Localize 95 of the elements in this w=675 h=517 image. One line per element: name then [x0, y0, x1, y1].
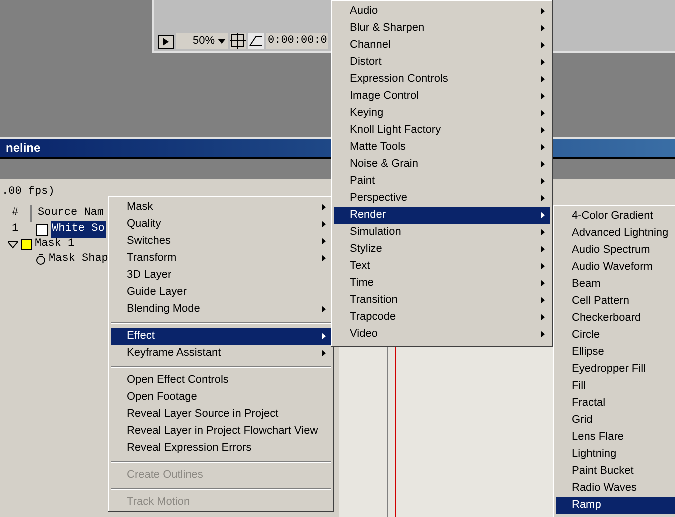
menu-item[interactable]: Grid — [556, 412, 675, 429]
submenu-arrow-icon — [541, 331, 545, 338]
menu-item[interactable]: Blur & Sharpen — [334, 20, 550, 37]
stopwatch-icon[interactable] — [36, 254, 46, 265]
menu-item[interactable]: Transition — [334, 292, 550, 309]
menu-item[interactable]: 3D Layer — [111, 267, 331, 284]
menu-item[interactable]: Render — [334, 207, 550, 224]
submenu-arrow-icon — [541, 314, 545, 321]
menu-item[interactable]: Audio Spectrum — [556, 242, 675, 259]
menu-item[interactable]: Ellipse — [556, 344, 675, 361]
submenu-arrow-icon — [541, 8, 545, 15]
menu-item[interactable]: Image Control — [334, 88, 550, 105]
submenu-arrow-icon — [541, 263, 545, 270]
submenu-arrow-icon — [541, 59, 545, 66]
submenu-arrow-icon — [541, 127, 545, 134]
submenu-arrow-icon — [541, 195, 545, 202]
menu-item[interactable]: Blending Mode — [111, 301, 331, 318]
menu-item[interactable]: Reveal Layer in Project Flowchart View — [111, 423, 331, 440]
menu-item[interactable]: Text — [334, 258, 550, 275]
menu-item[interactable]: Simulation — [334, 224, 550, 241]
menu-item[interactable]: Noise & Grain — [334, 156, 550, 173]
menu-item[interactable]: Advanced Lightning — [556, 225, 675, 242]
submenu-arrow-icon — [541, 110, 545, 117]
menu-item[interactable]: 4-Color Gradient — [556, 208, 675, 225]
menu-item[interactable]: Expression Controls — [334, 71, 550, 88]
timecode-field[interactable]: 0:00:00:0 — [266, 33, 328, 49]
menu-item[interactable]: Guide Layer — [111, 284, 331, 301]
menu-item[interactable]: Reveal Layer Source in Project — [111, 406, 331, 423]
menu-item[interactable]: Eyedropper Fill — [556, 361, 675, 378]
property-name: Mask Shap — [49, 252, 108, 268]
menu-item[interactable]: Channel — [334, 37, 550, 54]
safe-frame-icon[interactable] — [230, 33, 246, 49]
dropdown-caret-icon — [218, 38, 226, 44]
submenu-arrow-icon — [541, 144, 545, 151]
layer-color-swatch — [36, 224, 48, 236]
menu-item[interactable]: Lightning — [556, 446, 675, 463]
submenu-arrow-icon — [541, 93, 545, 100]
menu-item[interactable]: Lens Flare — [556, 429, 675, 446]
column-header[interactable]: # — [0, 205, 32, 222]
menu-item[interactable]: Paint — [334, 173, 550, 190]
menu-item[interactable]: Time — [334, 275, 550, 292]
submenu-arrow-icon — [322, 350, 326, 357]
layer-name[interactable]: White So — [51, 221, 106, 238]
mask-shape-icon[interactable] — [248, 33, 264, 49]
submenu-arrow-icon — [541, 76, 545, 83]
menu-item[interactable]: Ramp — [556, 497, 675, 514]
submenu-arrow-icon — [541, 25, 545, 32]
submenu-arrow-icon — [541, 42, 545, 49]
menu-item[interactable]: Fractal — [556, 395, 675, 412]
submenu-arrow-icon — [541, 161, 545, 168]
menu-item[interactable]: Circle — [556, 327, 675, 344]
mask-name[interactable]: Mask 1 — [35, 236, 75, 253]
submenu-arrow-icon — [322, 221, 326, 228]
disclosure-triangle-icon[interactable] — [8, 240, 18, 248]
submenu-arrow-icon — [541, 229, 545, 236]
menu-item[interactable]: Audio — [334, 3, 550, 20]
menu-item[interactable]: Checkerboard — [556, 310, 675, 327]
menu-item[interactable]: Beam — [556, 276, 675, 293]
zoom-dropdown[interactable]: 50% — [176, 33, 228, 49]
menu-item[interactable]: Keyframe Assistant — [111, 345, 331, 362]
menu-item[interactable]: Radio Waves — [556, 480, 675, 497]
menu-item[interactable]: Fill — [556, 378, 675, 395]
submenu-arrow-icon — [541, 246, 545, 253]
menu-item[interactable]: Video — [334, 326, 550, 343]
menu-item[interactable]: Paint Bucket — [556, 463, 675, 480]
submenu-arrow-icon — [322, 306, 326, 313]
menu-item[interactable]: Keying — [334, 105, 550, 122]
submenu-arrow-icon — [322, 204, 326, 211]
menu-item[interactable]: Open Effect Controls — [111, 372, 331, 389]
submenu-arrow-icon — [322, 255, 326, 262]
menu-item[interactable]: Stylize — [334, 241, 550, 258]
menu-item[interactable]: Quality — [111, 216, 331, 233]
menu-item[interactable]: Matte Tools — [334, 139, 550, 156]
menu-item[interactable]: Audio Waveform — [556, 259, 675, 276]
submenu-arrow-icon — [322, 333, 326, 340]
submenu-arrow-icon — [322, 238, 326, 245]
fps-label: .00 fps) — [1, 184, 55, 200]
submenu-arrow-icon — [541, 280, 545, 287]
menu-item[interactable]: Reveal Expression Errors — [111, 440, 331, 457]
menu-item[interactable]: Mask — [111, 199, 331, 216]
submenu-arrow-icon — [541, 297, 545, 304]
menu-item[interactable]: Switches — [111, 233, 331, 250]
layer-number: 1 — [11, 222, 20, 238]
menu-item[interactable]: Cell Pattern — [556, 293, 675, 310]
menu-item[interactable]: Open Footage — [111, 389, 331, 406]
menu-item[interactable]: Effect — [111, 328, 331, 345]
menu-item[interactable]: Knoll Light Factory — [334, 122, 550, 139]
menu-item[interactable]: Transform — [111, 250, 331, 267]
menu-item[interactable]: Perspective — [334, 190, 550, 207]
submenu-arrow-icon — [541, 212, 545, 219]
play-icon[interactable] — [158, 35, 174, 49]
column-header[interactable]: Source Nam — [32, 205, 104, 222]
menu-item[interactable]: Trapcode — [334, 309, 550, 326]
menu-item[interactable]: Distort — [334, 54, 550, 71]
submenu-arrow-icon — [541, 178, 545, 185]
